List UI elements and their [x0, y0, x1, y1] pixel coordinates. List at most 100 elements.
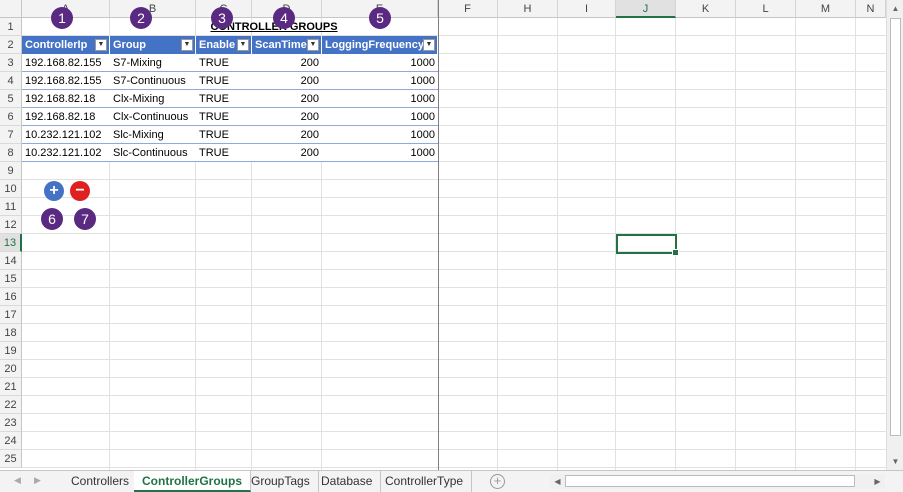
sheet-tab-controllergroups[interactable]: ControllerGroups	[134, 471, 252, 492]
sheet-tab-controllers[interactable]: Controllers	[63, 471, 139, 492]
filter-dropdown-icon[interactable]: ▼	[237, 39, 249, 51]
row-header[interactable]: 20	[0, 360, 22, 378]
spreadsheet-grid[interactable]: A B C D E F H I J K L M N 1 2 3 4 5 6 7 …	[0, 0, 886, 470]
table-cell-controllerip[interactable]: 192.168.82.155	[22, 72, 110, 90]
table-cell-loggingfrequency[interactable]: 1000	[322, 54, 438, 72]
column-header-k[interactable]: K	[676, 0, 736, 18]
table-cell-group[interactable]: Clx-Continuous	[110, 108, 196, 126]
select-all-corner[interactable]	[0, 0, 22, 18]
column-header-l[interactable]: L	[736, 0, 796, 18]
scroll-right-icon[interactable]: ▶	[870, 474, 885, 489]
callout-badge-4: 4	[273, 7, 295, 29]
table-cell-enable[interactable]: TRUE	[196, 144, 252, 162]
row-header[interactable]: 8	[0, 144, 22, 162]
add-row-button[interactable]: +	[44, 181, 64, 201]
row-header[interactable]: 4	[0, 72, 22, 90]
table-header-label: Group	[113, 39, 146, 51]
table-cell-loggingfrequency[interactable]: 1000	[322, 90, 438, 108]
row-header[interactable]: 18	[0, 324, 22, 342]
table-header-enable[interactable]: Enable ▼	[196, 36, 252, 54]
scroll-left-icon[interactable]: ◀	[550, 474, 565, 489]
filter-dropdown-icon[interactable]: ▼	[181, 39, 193, 51]
row-header[interactable]: 5	[0, 90, 22, 108]
table-cell-controllerip[interactable]: 192.168.82.18	[22, 108, 110, 126]
row-header[interactable]: 23	[0, 414, 22, 432]
column-header-b[interactable]: B	[110, 0, 196, 18]
table-cell-scantime[interactable]: 200	[252, 144, 322, 162]
table-cell-controllerip[interactable]: 192.168.82.155	[22, 54, 110, 72]
horizontal-scrollbar[interactable]: ◀ ▶	[550, 474, 885, 489]
sheet-tab-database[interactable]: Database	[313, 471, 382, 492]
add-sheet-icon[interactable]: +	[490, 474, 505, 489]
row-gridline	[22, 467, 886, 468]
column-header-f[interactable]: F	[438, 0, 498, 18]
row-header[interactable]: 2	[0, 36, 22, 54]
row-header[interactable]: 3	[0, 54, 22, 72]
remove-row-button[interactable]: −	[70, 181, 90, 201]
column-header-j[interactable]: J	[616, 0, 676, 18]
row-gridline	[22, 359, 886, 360]
row-header[interactable]: 1	[0, 18, 22, 36]
column-header-i[interactable]: I	[558, 0, 616, 18]
row-header[interactable]: 7	[0, 126, 22, 144]
table-cell-group[interactable]: Slc-Mixing	[110, 126, 196, 144]
table-header-controllerip[interactable]: ControllerIp ▼	[22, 36, 110, 54]
table-cell-loggingfrequency[interactable]: 1000	[322, 144, 438, 162]
sheet-tab-controllertype[interactable]: ControllerType	[377, 471, 473, 492]
table-cell-scantime[interactable]: 200	[252, 90, 322, 108]
row-header[interactable]: 9	[0, 162, 22, 180]
table-cell-enable[interactable]: TRUE	[196, 54, 252, 72]
column-header-n[interactable]: N	[856, 0, 886, 18]
table-cell-scantime[interactable]: 200	[252, 108, 322, 126]
vertical-scroll-thumb[interactable]	[890, 18, 901, 436]
filter-dropdown-icon[interactable]: ▼	[95, 39, 107, 51]
table-cell-scantime[interactable]: 200	[252, 126, 322, 144]
horizontal-scroll-thumb[interactable]	[565, 475, 855, 487]
row-header[interactable]: 14	[0, 252, 22, 270]
selected-cell-j13[interactable]	[616, 234, 679, 256]
table-cell-enable[interactable]: TRUE	[196, 126, 252, 144]
table-cell-enable[interactable]: TRUE	[196, 90, 252, 108]
row-header[interactable]: 11	[0, 198, 22, 216]
table-cell-loggingfrequency[interactable]: 1000	[322, 126, 438, 144]
row-header[interactable]: 15	[0, 270, 22, 288]
row-header[interactable]: 17	[0, 306, 22, 324]
tab-scroll-right-icon[interactable]: ▶	[34, 475, 41, 486]
column-header-m[interactable]: M	[796, 0, 856, 18]
row-header[interactable]: 16	[0, 288, 22, 306]
row-header[interactable]: 6	[0, 108, 22, 126]
row-header[interactable]: 12	[0, 216, 22, 234]
table-cell-scantime[interactable]: 200	[252, 54, 322, 72]
table-header-loggingfrequency[interactable]: LoggingFrequency ▼	[322, 36, 438, 54]
row-header[interactable]: 21	[0, 378, 22, 396]
table-cell-controllerip[interactable]: 10.232.121.102	[22, 144, 110, 162]
table-header-scantime[interactable]: ScanTime ▼	[252, 36, 322, 54]
row-header[interactable]: 19	[0, 342, 22, 360]
column-header-h[interactable]: H	[498, 0, 558, 18]
table-cell-loggingfrequency[interactable]: 1000	[322, 72, 438, 90]
table-cell-controllerip[interactable]: 192.168.82.18	[22, 90, 110, 108]
scroll-up-icon[interactable]: ▲	[888, 1, 903, 16]
table-cell-group[interactable]: S7-Mixing	[110, 54, 196, 72]
row-header[interactable]: 10	[0, 180, 22, 198]
table-cell-enable[interactable]: TRUE	[196, 72, 252, 90]
row-header[interactable]: 13	[0, 234, 22, 252]
table-cell-group[interactable]: S7-Continuous	[110, 72, 196, 90]
table-cell-loggingfrequency[interactable]: 1000	[322, 108, 438, 126]
table-header-group[interactable]: Group ▼	[110, 36, 196, 54]
table-cell-scantime[interactable]: 200	[252, 72, 322, 90]
tab-scroll-left-icon[interactable]: ◀	[14, 475, 21, 486]
vertical-scrollbar[interactable]: ▲ ▼	[886, 0, 903, 470]
table-cell-group[interactable]: Slc-Continuous	[110, 144, 196, 162]
scroll-down-icon[interactable]: ▼	[888, 454, 903, 469]
row-header[interactable]: 22	[0, 396, 22, 414]
row-header[interactable]: 25	[0, 450, 22, 468]
table-cell-controllerip[interactable]: 10.232.121.102	[22, 126, 110, 144]
row-header[interactable]: 24	[0, 432, 22, 450]
sheet-tab-grouptags[interactable]: GroupTags	[243, 471, 319, 492]
column-gridline	[735, 18, 736, 470]
filter-dropdown-icon[interactable]: ▼	[423, 39, 435, 51]
table-cell-enable[interactable]: TRUE	[196, 108, 252, 126]
filter-dropdown-icon[interactable]: ▼	[307, 39, 319, 51]
table-cell-group[interactable]: Clx-Mixing	[110, 90, 196, 108]
